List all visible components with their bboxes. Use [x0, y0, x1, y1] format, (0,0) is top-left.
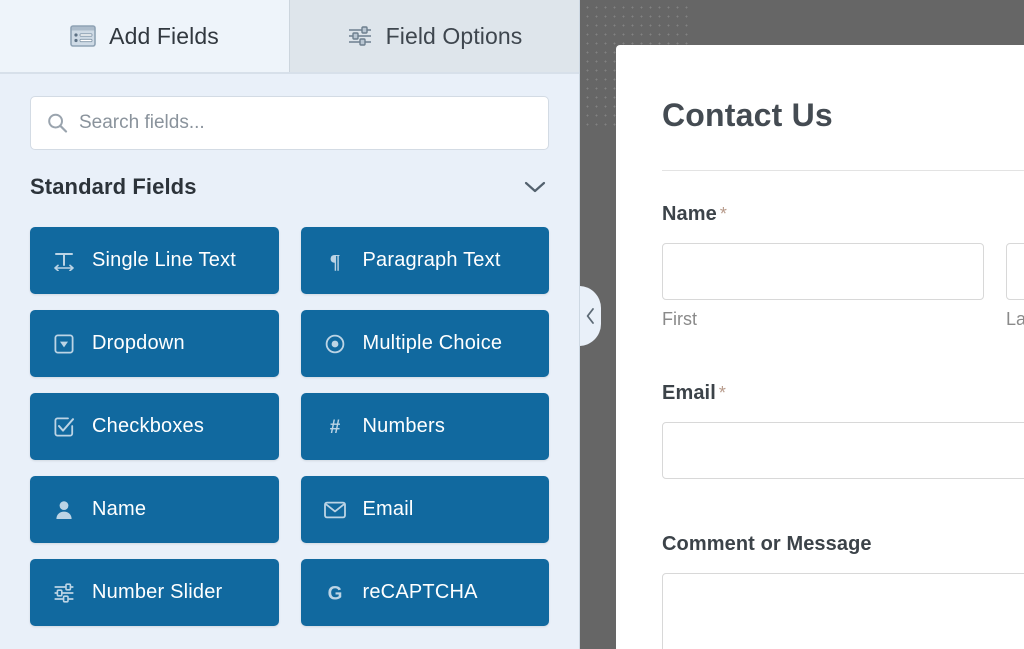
- email-input-row: [662, 422, 1024, 479]
- field-buttons-grid: Single Line Text ¶ Paragraph Text Dropdo…: [0, 200, 579, 626]
- name-inputs-row: [662, 243, 1024, 300]
- field-button-label: Email: [362, 498, 414, 520]
- field-button-single-line-text[interactable]: Single Line Text: [30, 227, 279, 294]
- sliders-icon: [347, 25, 373, 47]
- field-label: Email *: [662, 382, 1024, 405]
- chevron-left-icon: [585, 307, 596, 325]
- radio-dot-icon: [323, 334, 347, 354]
- field-button-label: Checkboxes: [92, 415, 205, 437]
- comment-textarea[interactable]: [662, 573, 1024, 649]
- field-label: Comment or Message: [662, 533, 1024, 556]
- hash-icon: #: [323, 417, 347, 437]
- field-label: Name *: [662, 203, 1024, 226]
- field-label-text: Name: [662, 203, 717, 225]
- field-label-text: Email: [662, 382, 716, 404]
- tab-field-options[interactable]: Field Options: [289, 0, 579, 72]
- add-fields-sidebar: Add Fields Field Options Search fields..…: [0, 0, 580, 649]
- email-input[interactable]: [662, 422, 1024, 479]
- first-name-input[interactable]: [662, 243, 984, 300]
- sliders-icon: [52, 582, 76, 603]
- user-icon: [52, 500, 76, 520]
- tab-field-options-label: Field Options: [385, 22, 523, 49]
- form-title: Contact Us: [662, 97, 833, 133]
- search-fields-container: [0, 74, 579, 150]
- paragraph-icon: ¶: [323, 251, 347, 271]
- field-button-email[interactable]: Email: [300, 476, 549, 543]
- caret-square-down-icon: [52, 333, 76, 354]
- comment-input-row: [662, 573, 1024, 649]
- search-icon: [47, 113, 68, 134]
- name-sublabels-row: First Last: [662, 309, 1024, 330]
- section-title: Standard Fields: [30, 174, 197, 199]
- first-name-sublabel: First: [662, 309, 697, 329]
- chevron-down-icon[interactable]: [524, 180, 546, 194]
- field-button-paragraph-text[interactable]: ¶ Paragraph Text: [300, 227, 549, 294]
- check-square-icon: [52, 417, 76, 437]
- search-input[interactable]: [79, 97, 548, 149]
- field-button-label: Single Line Text: [92, 249, 237, 271]
- form-builder-screen: Add Fields Field Options Search fields..…: [0, 0, 1024, 649]
- standard-fields-section-header[interactable]: Standard Fields: [0, 150, 579, 200]
- envelope-icon: [323, 501, 347, 519]
- field-button-label: Dropdown: [92, 332, 185, 354]
- collapse-sidebar-handle[interactable]: [580, 286, 601, 346]
- preview-field-comment[interactable]: Comment or Message: [662, 479, 1024, 649]
- field-button-numbers[interactable]: # Numbers: [300, 393, 549, 460]
- field-button-label: Name: [92, 498, 147, 520]
- field-button-label: Numbers: [362, 415, 446, 437]
- field-button-label: reCAPTCHA: [362, 581, 478, 603]
- field-button-multiple-choice[interactable]: Multiple Choice: [300, 310, 549, 377]
- required-asterisk: *: [719, 204, 727, 224]
- field-button-recaptcha[interactable]: G reCAPTCHA: [300, 559, 549, 626]
- field-button-name[interactable]: Name: [30, 476, 279, 543]
- tab-add-fields[interactable]: Add Fields: [0, 0, 289, 72]
- svg-text:#: #: [329, 417, 340, 437]
- search-box[interactable]: [30, 96, 549, 150]
- last-name-sublabel: Last: [1006, 309, 1024, 329]
- text-width-icon: [52, 251, 76, 271]
- google-g-icon: G: [323, 583, 347, 603]
- field-button-label: Multiple Choice: [362, 332, 503, 354]
- sidebar-tabs: Add Fields Field Options: [0, 0, 579, 74]
- tab-add-fields-label: Add Fields: [109, 22, 219, 49]
- last-name-input[interactable]: [1006, 243, 1024, 300]
- field-button-checkboxes[interactable]: Checkboxes: [30, 393, 279, 460]
- field-button-number-slider[interactable]: Number Slider: [30, 559, 279, 626]
- required-asterisk: *: [718, 383, 726, 403]
- preview-field-name[interactable]: Name* First Last: [662, 171, 1024, 330]
- field-button-label: Paragraph Text: [362, 249, 501, 271]
- field-button-label: Number Slider: [92, 581, 223, 603]
- form-preview-area: Contact Us Name* First Last Ema: [580, 0, 1024, 649]
- svg-text:G: G: [327, 583, 342, 603]
- preview-field-email[interactable]: Email *: [662, 330, 1024, 479]
- field-label-text: Comment or Message: [662, 533, 872, 555]
- svg-text:¶: ¶: [329, 251, 340, 271]
- field-button-dropdown[interactable]: Dropdown: [30, 310, 279, 377]
- form-preview-card: Contact Us Name* First Last Ema: [616, 45, 1024, 649]
- form-list-icon: [70, 25, 96, 47]
